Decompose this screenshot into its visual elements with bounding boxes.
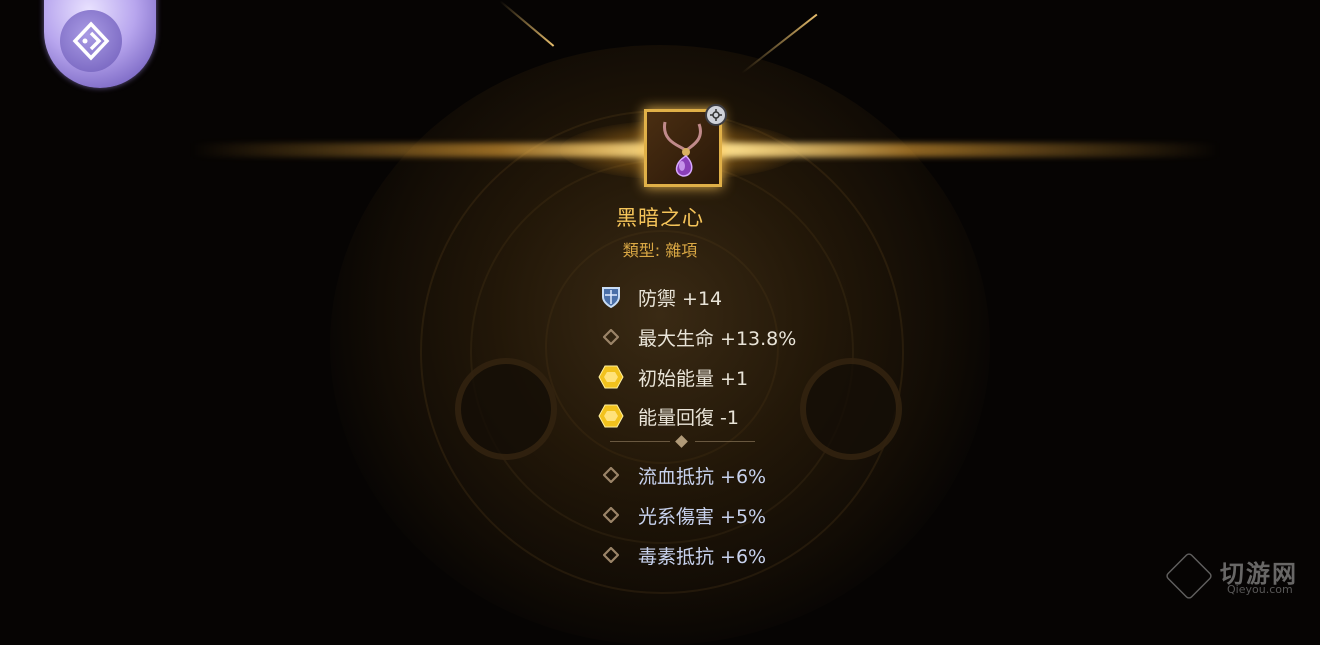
stat-light-damage: 光系傷害 +5% [598, 501, 766, 529]
diamond-icon [598, 542, 624, 568]
background-medallion-right [800, 358, 902, 460]
watermark: 切游网 Qieyou.com [1164, 551, 1315, 602]
shield-icon [598, 284, 624, 310]
item-slot[interactable] [644, 104, 727, 187]
stat-poison-resist: 毒素抵抗 +6% [598, 541, 766, 569]
stat-energy-regen: 能量回復 -1 [598, 402, 739, 430]
stat-label: 毒素抵抗 +6% [638, 545, 767, 568]
light-ray [499, 0, 555, 47]
stat-initial-energy: 初始能量 +1 [598, 363, 748, 391]
stat-label: 初始能量 +1 [638, 367, 749, 390]
stat-bleed-resist: 流血抵抗 +6% [598, 461, 766, 489]
stat-label: 光系傷害 +5% [638, 505, 767, 528]
watermark-logo-icon [1164, 551, 1214, 601]
item-name: 黑暗之心 [616, 206, 704, 230]
diamond-icon [598, 324, 624, 350]
energy-hexagon-icon [598, 364, 624, 390]
menu-emblem-icon [60, 10, 122, 72]
stat-label: 流血抵抗 +6% [638, 465, 767, 488]
diamond-icon [598, 462, 624, 488]
item-category-badge-icon [705, 104, 727, 126]
stat-defense: 防禦 +14 [598, 283, 722, 311]
stat-max-hp: 最大生命 +13.8% [598, 323, 796, 351]
stat-label: 防禦 +14 [638, 287, 723, 310]
diamond-icon [598, 502, 624, 528]
background-medallion-left [455, 358, 557, 460]
watermark-subtitle: Qieyou.com [1227, 583, 1293, 596]
menu-button[interactable] [44, 0, 156, 88]
stat-label: 能量回復 -1 [638, 406, 739, 429]
divider [610, 435, 755, 449]
energy-hexagon-icon [598, 403, 624, 429]
stat-label: 最大生命 +13.8% [638, 327, 797, 350]
item-type: 類型: 雜項 [622, 241, 698, 260]
